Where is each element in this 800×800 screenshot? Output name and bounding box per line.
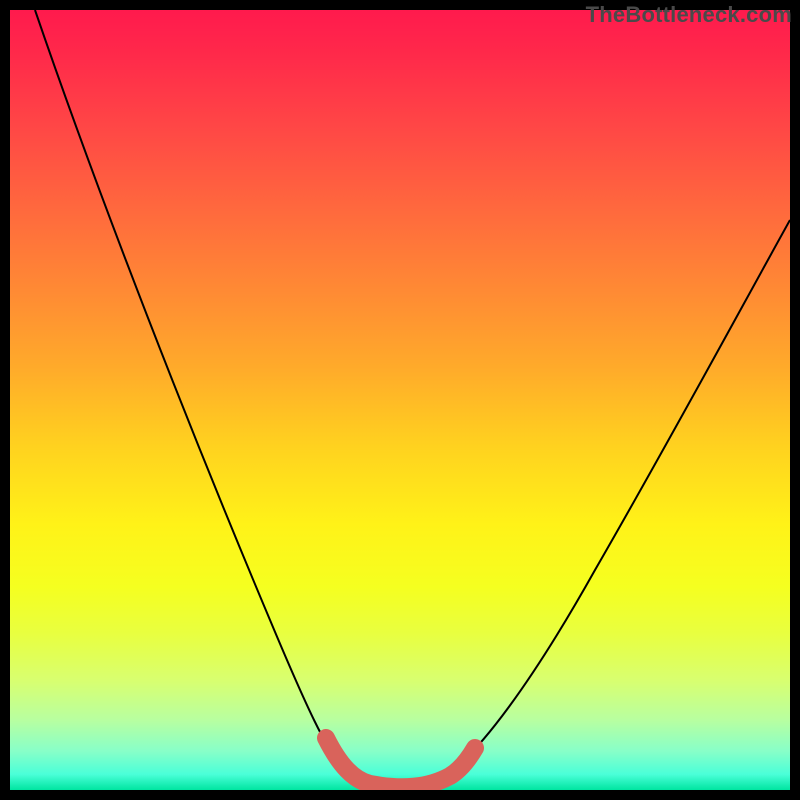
- highlight-band: [326, 738, 475, 787]
- chart-frame: TheBottleneck.com: [0, 0, 800, 800]
- watermark-text: TheBottleneck.com: [586, 2, 792, 28]
- curve-left: [35, 10, 345, 770]
- curve-right: [450, 220, 790, 772]
- plot-area: [10, 10, 790, 790]
- bottleneck-curve: [10, 10, 790, 790]
